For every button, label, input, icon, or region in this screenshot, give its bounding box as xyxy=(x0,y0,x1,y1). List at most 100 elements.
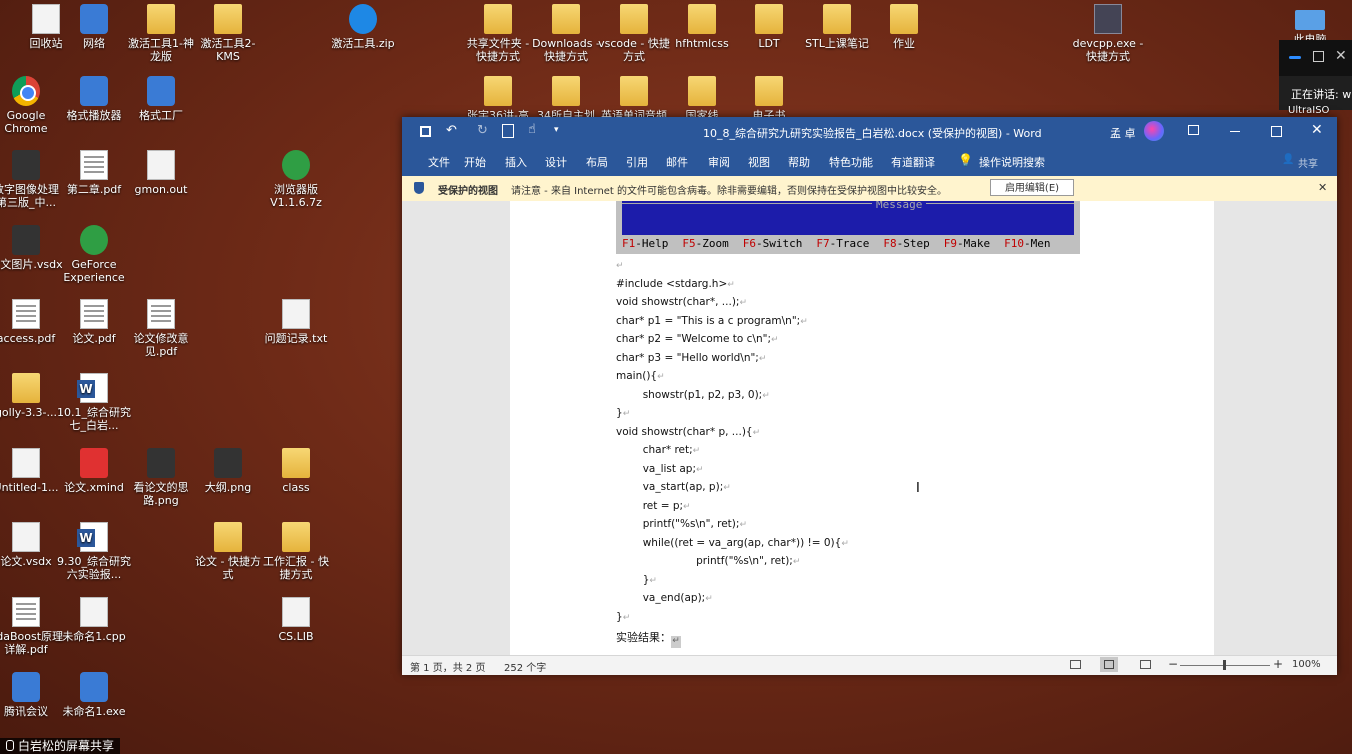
desktop-icon-label: golly-3.3-... xyxy=(0,406,58,419)
minimize-icon[interactable] xyxy=(1230,131,1240,132)
share-icon[interactable]: 👤 xyxy=(1282,154,1294,165)
ribbon-tab[interactable]: 设计 xyxy=(545,154,567,170)
desktop-icon[interactable]: class xyxy=(258,448,334,494)
desktop-icon[interactable]: access.pdf xyxy=(0,299,64,345)
desktop-icon[interactable]: 格式工厂 xyxy=(123,76,199,122)
ribbon-display-options-icon[interactable] xyxy=(1188,125,1199,135)
zoom-out-button[interactable]: − xyxy=(1168,657,1178,671)
ribbon-tab[interactable]: 帮助 xyxy=(788,154,810,170)
word-count[interactable]: 252 个字 xyxy=(504,659,546,674)
desktop-icon[interactable]: Untitled-1... xyxy=(0,448,64,494)
avatar[interactable] xyxy=(1144,121,1164,141)
document-area[interactable]: Message F1-Help F5-Zoom F6-Switch F7-Trace F… xyxy=(402,201,1337,655)
desktop-icon[interactable]: LDT xyxy=(731,4,807,50)
ribbon-tab[interactable]: 引用 xyxy=(626,154,648,170)
meeting-controls[interactable]: ✕ xyxy=(1279,40,1352,76)
desktop-icon[interactable]: 9.30_综合研究六实验报... xyxy=(56,522,132,581)
desktop-icon[interactable]: 张宇36讲-高 xyxy=(460,76,536,122)
ribbon-tab[interactable]: 有道翻译 xyxy=(891,154,935,170)
desktop-icon[interactable]: 论文.pdf xyxy=(56,299,132,345)
web-layout-icon[interactable] xyxy=(1140,660,1151,669)
console-key-text: -Step xyxy=(896,237,930,250)
desktop-icon[interactable]: 未命名1.cpp xyxy=(56,597,132,643)
desktop-icon[interactable]: gmon.out xyxy=(123,150,199,196)
zoom-slider-thumb[interactable] xyxy=(1223,660,1226,670)
ribbon-tab[interactable]: 特色功能 xyxy=(829,154,873,170)
window-icon[interactable] xyxy=(1313,51,1324,62)
desktop-icon[interactable]: Downloads - 快捷方式 xyxy=(528,4,604,63)
desktop-icon-label: CS.LIB xyxy=(278,630,314,643)
desktop-icon[interactable]: 网络 xyxy=(56,4,132,50)
desktop-icon[interactable]: 论文.xmind xyxy=(56,448,132,494)
desktop-icon[interactable]: 格式播放器 xyxy=(56,76,132,122)
enable-editing-button[interactable]: 启用编辑(E) xyxy=(990,179,1074,196)
print-preview-icon[interactable] xyxy=(502,124,514,138)
ribbon-tab[interactable]: 审阅 xyxy=(708,154,730,170)
desktop-icon[interactable]: 电子书 xyxy=(731,76,807,122)
desktop-icon[interactable]: 第二章.pdf xyxy=(56,150,132,196)
zoom-level[interactable]: 100% xyxy=(1292,659,1321,670)
desktop-icon[interactable]: 激活工具.zip xyxy=(325,4,401,50)
desktop-icon[interactable]: 浏览器版V1.1.6.7z xyxy=(258,150,334,209)
desktop-icon[interactable]: AdaBoost原理详解.pdf xyxy=(0,597,64,656)
desktop-icon[interactable]: 论文 - 快捷方式 xyxy=(190,522,266,581)
close-icon[interactable]: ✕ xyxy=(1335,48,1347,64)
desktop-icon[interactable]: 作业 xyxy=(866,4,942,50)
zoom-in-button[interactable]: + xyxy=(1273,657,1283,671)
desktop-icon[interactable]: golly-3.3-... xyxy=(0,373,64,419)
ribbon-tab[interactable]: 文件 xyxy=(428,154,450,170)
desktop-icon[interactable]: STL上课笔记 xyxy=(799,4,875,50)
desktop-icon[interactable]: 激活工具2-KMS xyxy=(190,4,266,63)
app-icon xyxy=(12,672,40,702)
desktop-icon[interactable]: 问题记录.txt xyxy=(258,299,334,345)
ribbon-tab[interactable]: 开始 xyxy=(464,154,486,170)
ribbon-tab[interactable]: 视图 xyxy=(748,154,770,170)
screen-share-bar: 白岩松的屏幕共享 xyxy=(0,738,121,754)
desktop-icon[interactable]: 数字图像处理第三版_中... xyxy=(0,150,64,209)
document-page[interactable]: Message F1-Help F5-Zoom F6-Switch F7-Trace F… xyxy=(510,201,1214,655)
close-icon[interactable]: ✕ xyxy=(1311,122,1323,138)
desktop-icon[interactable]: Google Chrome xyxy=(0,76,64,135)
desktop-icon[interactable]: 34所自主划 xyxy=(528,76,604,122)
save-icon[interactable] xyxy=(420,126,431,137)
ribbon-tab[interactable]: 布局 xyxy=(586,154,608,170)
desktop-icon[interactable]: GeForce Experience xyxy=(56,225,132,284)
close-icon[interactable]: ✕ xyxy=(1318,181,1327,194)
maximize-icon[interactable] xyxy=(1271,126,1282,137)
file-icon xyxy=(12,522,40,552)
desktop-icon[interactable]: 激活工具1-神龙版 xyxy=(123,4,199,63)
ribbon-tab[interactable]: 插入 xyxy=(505,154,527,170)
print-layout-icon[interactable] xyxy=(1100,657,1118,672)
desktop-icon[interactable]: vscode - 快捷方式 xyxy=(596,4,672,63)
user-name[interactable]: 孟 卓 xyxy=(1110,125,1136,141)
desktop-icon[interactable]: 国家线 xyxy=(664,76,740,122)
desktop-icon-label: Google Chrome xyxy=(4,109,48,135)
desktop-icon[interactable]: 工作汇报 - 快捷方式 xyxy=(258,522,334,581)
desktop-icon[interactable]: 论文修改意见.pdf xyxy=(123,299,199,358)
tell-me-search[interactable]: 操作说明搜索 xyxy=(979,154,1045,170)
customize-toolbar-icon[interactable]: ▾ xyxy=(554,125,559,135)
desktop-icon[interactable]: 看论文的思路.png xyxy=(123,448,199,507)
desktop-icon[interactable]: CS.LIB xyxy=(258,597,334,643)
desktop-icon[interactable]: 共享文件夹 - 快捷方式 xyxy=(460,4,536,63)
desktop-icon[interactable]: 大纲.png xyxy=(190,448,266,494)
desktop-icon[interactable]: hfhtmlcss xyxy=(664,4,740,50)
console-key: F8-Step xyxy=(883,237,929,250)
desktop-icon-label: STL上课笔记 xyxy=(805,37,869,50)
desktop-icon[interactable]: 10.1_综合研究七_白岩... xyxy=(56,373,132,432)
touch-mode-icon[interactable]: ☝ xyxy=(528,122,536,137)
undo-icon[interactable]: ↶ xyxy=(446,123,457,138)
redo-icon[interactable]: ↻ xyxy=(477,123,488,138)
ribbon-tab[interactable]: 邮件 xyxy=(666,154,688,170)
page-count[interactable]: 第 1 页，共 2 页 xyxy=(410,659,485,674)
desktop-icon[interactable]: 腾讯会议 xyxy=(0,672,64,718)
desktop-icon[interactable]: devcpp.exe - 快捷方式 xyxy=(1070,4,1146,63)
desktop-icon[interactable]: 论文图片.vsdx xyxy=(0,225,64,271)
word-window[interactable]: ↶ ↻ ☝ ▾ 10_8_综合研究九研究实验报告_白岩松.docx (受保护的视… xyxy=(402,117,1337,675)
desktop-icon[interactable]: 未命名1.exe xyxy=(56,672,132,718)
desktop-icon[interactable]: 论文.vsdx xyxy=(0,522,64,568)
read-mode-icon[interactable] xyxy=(1070,660,1081,669)
desktop-icon[interactable]: 英语单词音频 xyxy=(596,76,672,122)
share-button[interactable]: 共享 xyxy=(1298,155,1318,170)
desktop-icon-label: 网络 xyxy=(83,37,105,50)
